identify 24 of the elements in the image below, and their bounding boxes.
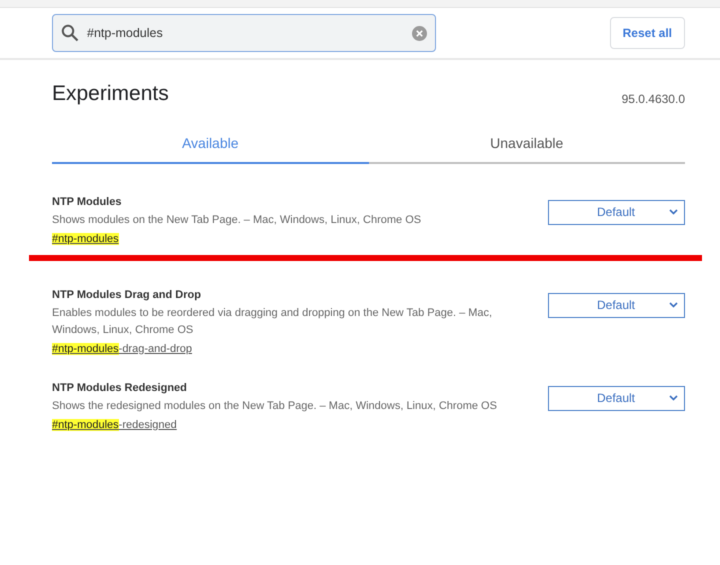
experiment-name: NTP Modules Drag and Drop <box>52 288 202 302</box>
chevron-down-icon <box>669 302 678 308</box>
version-text: 95.0.4630.0 <box>622 90 685 108</box>
experiment-description: Shows the redesigned modules on the New Tab Page. – Mac, Windows, Linux, Chrome OS <box>52 398 498 414</box>
experiment-link[interactable]: #ntp-modules-redesigned <box>52 416 177 434</box>
clear-icon[interactable] <box>412 26 427 40</box>
experiment-link[interactable]: #ntp-modules <box>52 230 119 248</box>
search-field[interactable]: #ntp-modules <box>52 14 436 52</box>
experiment-description: Enables modules to be reordered via dragging and dropping on the New Tab Page. – Mac, Windows, Linux, Chrome OS <box>52 306 494 338</box>
experiment-link[interactable]: #ntp-modules-drag-and-drop <box>52 340 192 358</box>
state-dropdown[interactable]: Default <box>548 386 685 410</box>
state-dropdown[interactable]: Default <box>548 200 685 224</box>
experiment-name: NTP Modules <box>52 194 122 210</box>
experiment-description: Shows modules on the New Tab Page. – Mac, Windows, Linux, Chrome OS <box>52 212 422 228</box>
state-dropdown[interactable]: Default <box>548 292 685 318</box>
chevron-down-icon <box>669 395 678 401</box>
tab[interactable]: Unavailable <box>368 126 685 164</box>
page-title: Experiments <box>52 81 169 107</box>
search-icon <box>61 24 79 42</box>
search-text: #ntp-modules <box>87 24 164 42</box>
reset-all-button[interactable]: Reset all <box>610 17 685 49</box>
tab[interactable]: Available <box>52 126 368 164</box>
experiment-name: NTP Modules Redesigned <box>52 380 188 396</box>
chevron-down-icon <box>669 209 678 215</box>
